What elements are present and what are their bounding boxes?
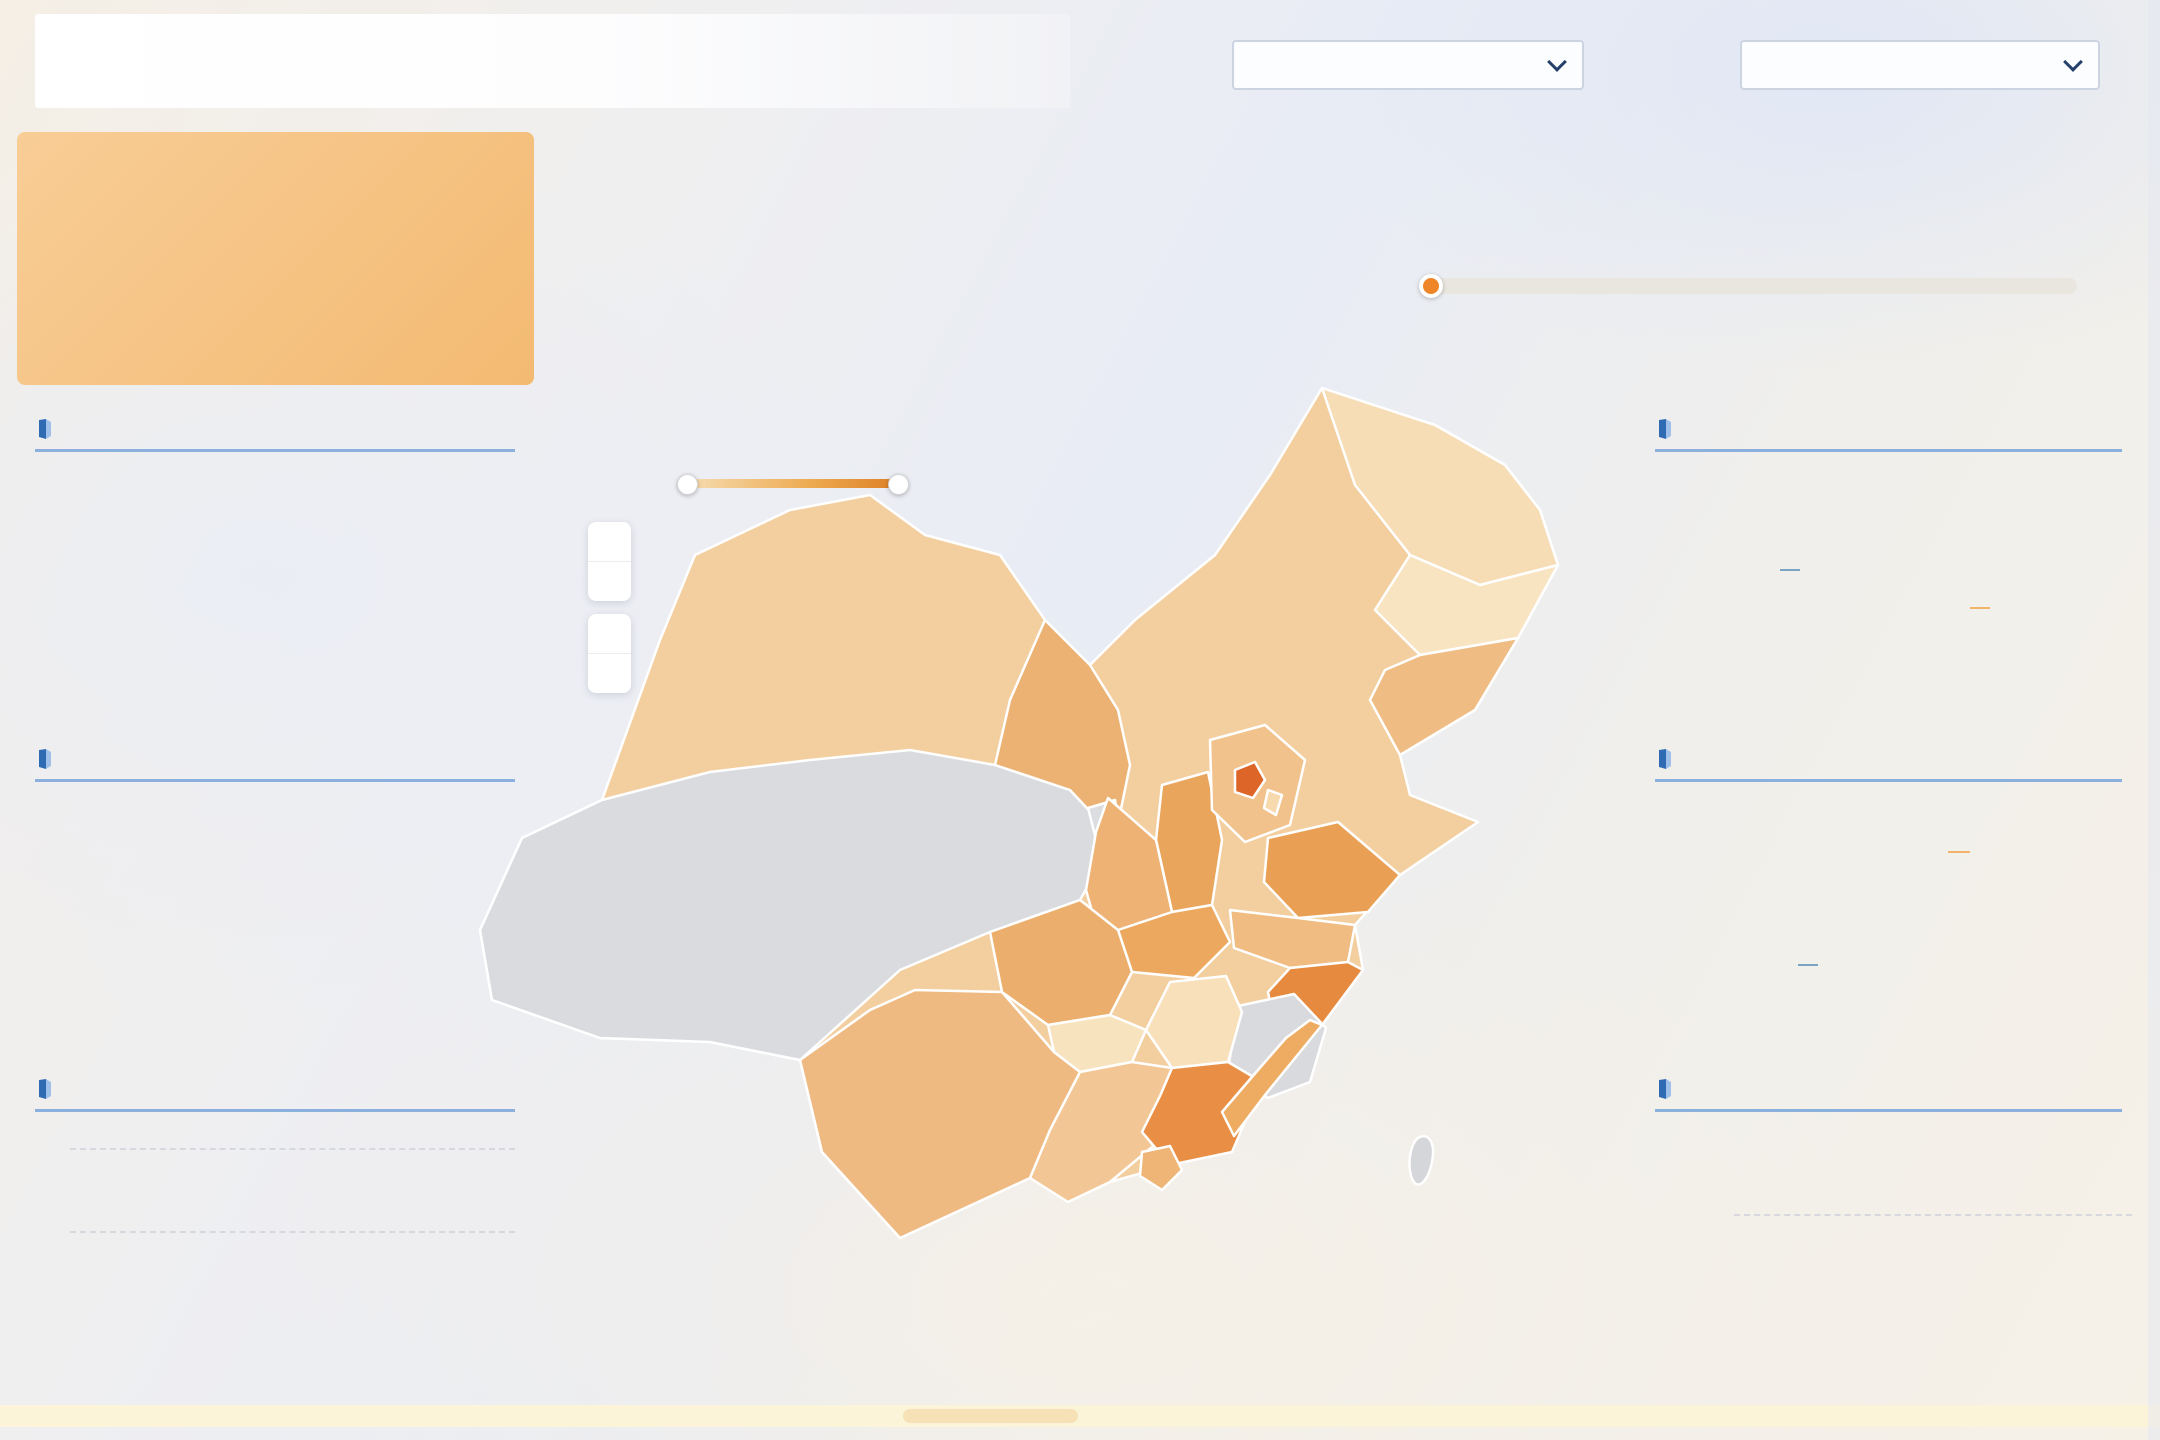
gauge-tick-marks bbox=[1412, 256, 2084, 272]
chevron-down-icon bbox=[1547, 52, 1567, 72]
horizontal-scrollbar-track[interactable] bbox=[0, 1405, 2160, 1427]
panel-icon bbox=[1655, 418, 1673, 440]
gauge-knob[interactable] bbox=[1419, 274, 1443, 298]
progress-gauge bbox=[1412, 196, 2084, 306]
panel-icon bbox=[1655, 748, 1673, 770]
panel-pay-type-header bbox=[1655, 418, 2122, 452]
contract-dist-bars bbox=[1734, 1216, 2132, 1330]
panel-icon bbox=[35, 748, 53, 770]
filter-salesman-select[interactable] bbox=[1740, 40, 2100, 90]
panel-sales-trend-header bbox=[35, 418, 515, 452]
chevron-down-icon bbox=[2063, 52, 2083, 72]
triangle-decoration bbox=[770, 14, 1070, 108]
connector-line bbox=[1798, 964, 1818, 966]
payment-trend-yaxis bbox=[20, 805, 120, 990]
contract-dist-yaxis bbox=[1590, 1140, 1725, 1340]
kpi-total-sales bbox=[548, 178, 1228, 232]
connector-line bbox=[1780, 569, 1800, 571]
panel-icon bbox=[35, 418, 53, 440]
gauge-track bbox=[1419, 278, 2077, 294]
panel-icon bbox=[35, 1078, 53, 1100]
tips-box bbox=[17, 132, 534, 385]
payment-trend-chart[interactable] bbox=[128, 805, 518, 990]
sales-trend-yaxis bbox=[20, 475, 120, 660]
filter-region-select[interactable] bbox=[1232, 40, 1584, 90]
kpi-total-customers bbox=[548, 298, 1228, 346]
connector-line bbox=[1970, 607, 1990, 609]
horizontal-scrollbar-thumb[interactable] bbox=[903, 1409, 1078, 1423]
gauge-tick-labels bbox=[1412, 228, 2084, 252]
sales-trend-chart[interactable] bbox=[128, 475, 518, 660]
dashboard-canvas bbox=[0, 0, 2160, 1440]
kpi-total-payment bbox=[548, 238, 1228, 292]
customer-trend-yaxis bbox=[0, 1140, 75, 1325]
region-taiwan bbox=[1409, 1136, 1433, 1184]
customer-trend-chart[interactable] bbox=[80, 1140, 500, 1325]
header-band bbox=[35, 14, 1070, 108]
pay-type-donut[interactable] bbox=[1754, 452, 2014, 712]
panel-delivered-header bbox=[1655, 748, 2122, 782]
panel-customer-trend-header bbox=[35, 1078, 515, 1112]
customer-trend-xaxis bbox=[0, 1330, 560, 1356]
panel-payment-trend-header bbox=[35, 748, 515, 782]
contract-dist-legend bbox=[1655, 1146, 2135, 1216]
china-map[interactable] bbox=[470, 370, 1570, 1260]
contract-dist-xaxis bbox=[1734, 1336, 2160, 1362]
connector-line bbox=[1948, 851, 1970, 853]
panel-contract-dist-header bbox=[1655, 1078, 2122, 1112]
panel-icon bbox=[1655, 1078, 1673, 1100]
vertical-scrollbar-track[interactable] bbox=[2148, 0, 2160, 1440]
delivered-donut[interactable] bbox=[1754, 782, 2014, 1042]
